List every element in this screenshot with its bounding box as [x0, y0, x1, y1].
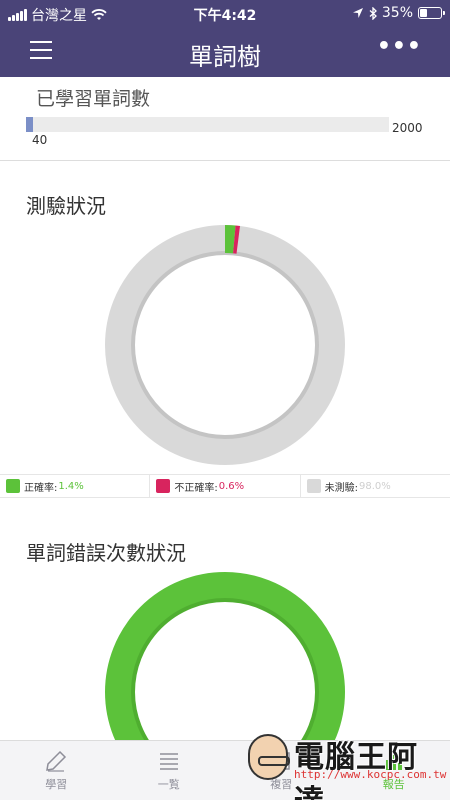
status-bar: 台灣之星 下午4:42 35% — [0, 0, 450, 26]
legend-label: 未測驗: — [324, 482, 359, 494]
location-icon — [352, 8, 363, 18]
legend-untested: 未測驗: 98.0% — [301, 475, 450, 497]
quiz-untested-ring — [105, 225, 345, 465]
learned-words-title: 已學習單詞數 — [36, 88, 151, 110]
learned-progress-bar — [26, 117, 389, 132]
legend-value: 98.0% — [359, 480, 391, 492]
quiz-status-title: 測驗狀況 — [26, 194, 106, 218]
app-header: 台灣之星 下午4:42 35% 單詞樹 ••• — [0, 0, 450, 77]
tab-list[interactable]: 一覧 — [113, 741, 226, 800]
legend-correct: 正確率: 1.4% — [0, 475, 151, 497]
pen-icon — [46, 750, 67, 772]
tab-label: 學習 — [45, 777, 68, 791]
legend-swatch-correct — [6, 479, 20, 493]
legend-incorrect: 不正確率: 0.6% — [150, 475, 301, 497]
watermark-logo: 電腦王阿達 http://www.kocpc.com.tw — [244, 728, 447, 800]
legend-label: 不正確率: — [174, 482, 218, 494]
nav-bar: 單詞樹 ••• — [0, 26, 450, 77]
watermark-url: http://www.kocpc.com.tw — [294, 768, 447, 781]
legend-value: 0.6% — [218, 480, 245, 492]
learned-count: 40 — [32, 133, 48, 147]
quiz-donut-chart — [105, 225, 345, 465]
legend-swatch-incorrect — [156, 479, 171, 493]
battery-percent: 35% — [381, 5, 413, 21]
quiz-legend: 正確率: 1.4% 不正確率: 0.6% 未測驗: 98.0% — [0, 474, 450, 498]
status-right: 35% — [352, 5, 445, 21]
list-icon — [159, 752, 178, 770]
tab-label: 一覧 — [157, 777, 180, 791]
learned-total: 2000 — [392, 121, 423, 135]
battery-icon — [418, 7, 445, 19]
legend-value: 1.4% — [58, 480, 84, 492]
tab-study[interactable]: 學習 — [0, 741, 113, 800]
watermark-face-icon — [248, 734, 290, 780]
watermark-name: 電腦王阿達 — [294, 740, 418, 800]
quiz-inner-ring-shadow — [131, 251, 319, 439]
learned-progress-fill — [26, 117, 34, 132]
more-options-icon[interactable]: ••• — [377, 34, 422, 59]
section-divider — [0, 160, 450, 161]
bluetooth-icon — [369, 6, 377, 20]
legend-swatch-untested — [306, 479, 321, 493]
legend-label: 正確率: — [24, 482, 58, 494]
word-errors-title: 單詞錯誤次數狀況 — [26, 541, 186, 565]
